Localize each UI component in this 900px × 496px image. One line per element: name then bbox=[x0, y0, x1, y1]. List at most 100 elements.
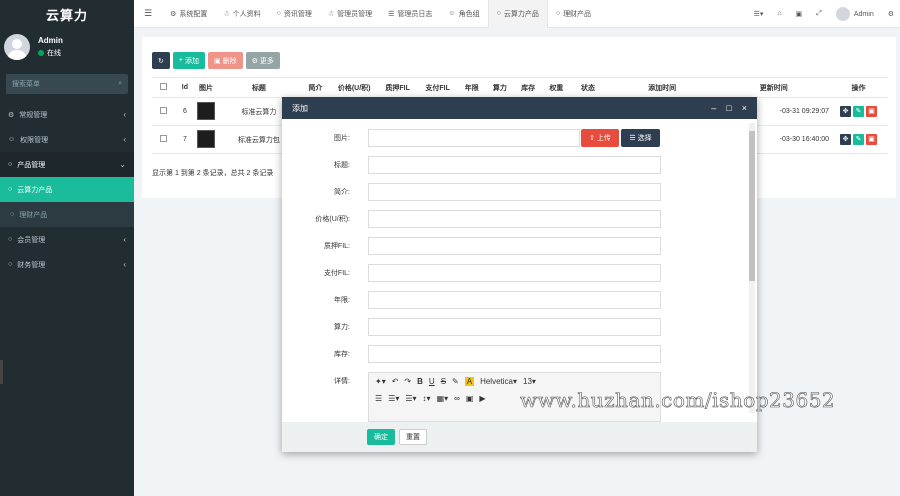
text-input[interactable] bbox=[368, 183, 661, 201]
size-select[interactable]: 13▾ bbox=[523, 377, 536, 386]
magic-icon[interactable]: ✦▾ bbox=[375, 377, 386, 386]
image-icon[interactable]: ▣ bbox=[466, 394, 474, 403]
drag-icon[interactable]: ✥ bbox=[840, 106, 852, 117]
text-input[interactable] bbox=[368, 318, 661, 336]
text-input[interactable] bbox=[368, 237, 661, 255]
menu-toggle-icon[interactable]: ☰ bbox=[134, 0, 162, 28]
reset-button[interactable]: 重置 bbox=[399, 429, 427, 445]
tab-2[interactable]: ○ 资讯管理 bbox=[269, 0, 320, 28]
user-menu[interactable]: Admin bbox=[835, 6, 874, 21]
line-height-icon[interactable]: ↕▾ bbox=[423, 394, 431, 403]
table-icon[interactable]: ▦▾ bbox=[437, 394, 449, 403]
undo-icon[interactable]: ↶ bbox=[392, 377, 399, 386]
plus-icon: + bbox=[178, 57, 183, 64]
add-button[interactable]: + 添加 bbox=[172, 52, 205, 69]
sidebar-item-0[interactable]: ⚙ 常规管理 ‹ bbox=[0, 102, 134, 127]
row-checkbox[interactable] bbox=[160, 107, 168, 114]
sidebar: 云算力 Admin 在线 搜索菜单 ⌕ ⚙ 常规管理 ‹ ☺ 权限管理 ‹ ○ 产品管理 ⌄ ○ 云… bbox=[0, 0, 134, 496]
tab-7[interactable]: ○ 理财产品 bbox=[548, 0, 599, 28]
upload-button[interactable]: ⇧ 上传 bbox=[581, 129, 619, 147]
more-button[interactable]: ⚙ 更多 bbox=[245, 52, 280, 69]
column-header[interactable]: 更新时间 bbox=[718, 77, 830, 98]
text-input[interactable] bbox=[368, 264, 661, 282]
font-select[interactable]: Helvetica▾ bbox=[480, 377, 517, 386]
sidebar-item-label: 财务管理 bbox=[17, 261, 46, 269]
eraser-icon[interactable]: ✎ bbox=[452, 377, 459, 386]
search-icon[interactable]: ⌕ bbox=[118, 80, 122, 88]
column-header[interactable]: 操作 bbox=[829, 77, 888, 98]
sidebar-item-5[interactable]: ○ 会员管理 ‹ bbox=[0, 227, 134, 252]
column-header[interactable]: 算力 bbox=[485, 77, 515, 98]
ordered-list-icon[interactable]: ☰▾ bbox=[388, 394, 399, 403]
column-header[interactable]: 权重 bbox=[542, 77, 571, 98]
gears-icon[interactable]: ⚙ bbox=[888, 10, 894, 18]
tab-3[interactable]: ☃ 管理员管理 bbox=[320, 0, 380, 28]
fullscreen-icon[interactable]: ⤢ bbox=[816, 10, 822, 18]
column-header[interactable]: Id bbox=[175, 77, 195, 98]
dialog-footer: 确定 重置 bbox=[282, 422, 757, 452]
delete-icon[interactable]: ▣ bbox=[866, 106, 878, 117]
edit-icon[interactable]: ✎ bbox=[853, 106, 865, 117]
tab-5[interactable]: ☺ 角色组 bbox=[440, 0, 487, 28]
text-input[interactable] bbox=[368, 210, 661, 228]
row-checkbox[interactable] bbox=[160, 135, 168, 142]
select-all-checkbox[interactable] bbox=[160, 83, 168, 90]
rich-text-editor[interactable]: ✦▾ ↶ ↷ B U S ✎ A Helvetica▾ 13▾ ☰ ☰▾ ☰▾ ↕▾ ▦▾ ∞ ▣ ▶ bbox=[368, 372, 661, 422]
column-header[interactable]: 年限 bbox=[457, 77, 486, 98]
sidebar-item-3[interactable]: ○ 云算力产品 bbox=[0, 177, 134, 202]
product-thumbnail[interactable] bbox=[197, 129, 216, 148]
tab-4[interactable]: ☰ 管理员日志 bbox=[380, 0, 440, 28]
video-icon[interactable]: ▶ bbox=[479, 394, 485, 403]
refresh-button[interactable]: ↻ bbox=[152, 52, 170, 69]
home-icon[interactable]: ⌂ bbox=[777, 10, 781, 17]
tab-label: 管理员日志 bbox=[397, 10, 433, 18]
column-header[interactable]: 图片 bbox=[194, 77, 218, 98]
sidebar-item-1[interactable]: ☺ 权限管理 ‹ bbox=[0, 127, 134, 152]
confirm-button[interactable]: 确定 bbox=[367, 429, 395, 445]
scrollbar-thumb[interactable] bbox=[749, 131, 755, 281]
redo-icon[interactable]: ↷ bbox=[404, 377, 411, 386]
list-icon[interactable]: ☰ bbox=[375, 394, 382, 403]
text-input[interactable] bbox=[368, 345, 661, 363]
product-thumbnail[interactable] bbox=[197, 101, 216, 120]
tab-0[interactable]: ⚙ 系统配置 bbox=[162, 0, 215, 28]
column-header[interactable]: 质押FIL bbox=[377, 77, 418, 98]
sidebar-item-label: 权限管理 bbox=[20, 136, 49, 144]
sidebar-item-2[interactable]: ○ 产品管理 ⌄ bbox=[0, 152, 134, 177]
close-icon[interactable]: × bbox=[742, 103, 747, 113]
link-icon[interactable]: ∞ bbox=[454, 394, 460, 403]
sidebar-item-4[interactable]: ○ 理财产品 bbox=[0, 202, 134, 227]
text-input[interactable] bbox=[368, 156, 661, 174]
edit-icon[interactable]: ✎ bbox=[853, 134, 865, 145]
delete-icon[interactable]: ▣ bbox=[866, 134, 878, 145]
sidebar-search[interactable]: 搜索菜单 ⌕ bbox=[6, 74, 128, 94]
drag-icon[interactable]: ✥ bbox=[840, 134, 852, 145]
text-input[interactable] bbox=[368, 291, 661, 309]
strikethrough-icon[interactable]: S bbox=[441, 377, 446, 386]
column-header[interactable]: 价格(U/积) bbox=[330, 77, 378, 98]
choose-button[interactable]: ☰ 选择 bbox=[621, 129, 660, 147]
align-icon[interactable]: ☰▾ bbox=[405, 394, 416, 403]
tab-6[interactable]: ○ 云算力产品 bbox=[487, 0, 548, 28]
tab-1[interactable]: ☃ 个人资料 bbox=[215, 0, 268, 28]
column-header[interactable]: 添加时间 bbox=[605, 77, 719, 98]
image-path-input[interactable] bbox=[368, 129, 580, 147]
maximize-icon[interactable]: □ bbox=[726, 103, 731, 113]
trash-icon[interactable]: ▣ bbox=[796, 10, 803, 18]
text-color-icon[interactable]: A bbox=[464, 377, 475, 386]
column-header[interactable]: 库存 bbox=[514, 77, 543, 98]
column-header[interactable]: 标题 bbox=[217, 77, 301, 98]
sidebar-item-label: 会员管理 bbox=[17, 236, 46, 244]
form-label: 价格(U/积): bbox=[315, 216, 350, 223]
column-header[interactable]: 支付FIL bbox=[417, 77, 458, 98]
delete-button[interactable]: ▣ 删除 bbox=[207, 52, 243, 69]
column-header[interactable]: 状态 bbox=[570, 77, 606, 98]
minimize-icon[interactable]: – bbox=[711, 103, 716, 113]
list-menu-icon[interactable]: ☰▾ bbox=[754, 10, 764, 18]
tab-label: 管理员管理 bbox=[337, 10, 373, 18]
dialog-scrollbar[interactable] bbox=[749, 123, 755, 413]
bold-icon[interactable]: B bbox=[417, 377, 423, 386]
underline-icon[interactable]: U bbox=[429, 377, 435, 386]
sidebar-item-6[interactable]: ○ 财务管理 ‹ bbox=[0, 252, 134, 277]
column-header[interactable]: 简介 bbox=[300, 77, 331, 98]
